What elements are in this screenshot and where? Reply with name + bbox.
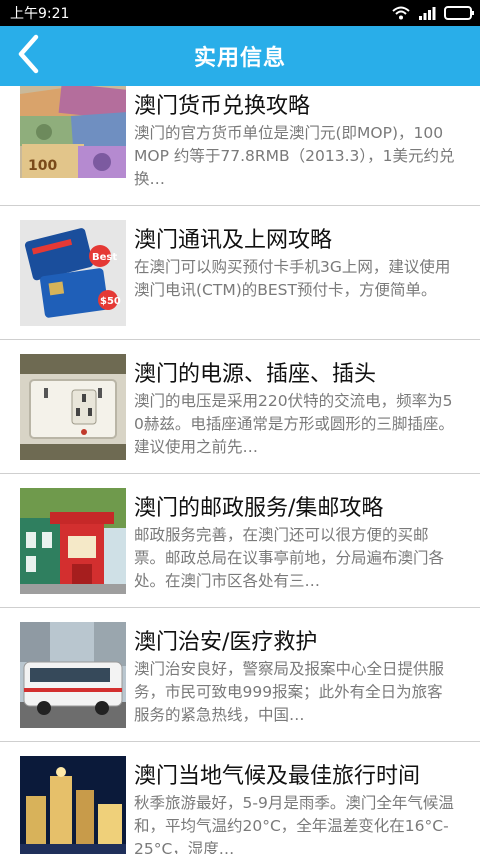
sim-card-thumbnail: Best $50 — [20, 220, 126, 326]
svg-text:100: 100 — [28, 158, 57, 174]
item-title: 澳门货币兑换攻略 — [134, 94, 311, 119]
list-item-climate[interactable]: 澳门当地气候及最佳旅行时间 秋季旅游最好，5-9月是雨季。澳门全年气候温和，平均… — [0, 742, 480, 854]
back-button[interactable] — [0, 26, 56, 86]
item-title: 澳门当地气候及最佳旅行时间 — [134, 764, 421, 789]
svg-text:Best: Best — [92, 252, 117, 263]
list-item-currency[interactable]: 100 澳门货币兑换攻略 澳门的官方货币单位是澳门元(即MOP)，100MOP … — [0, 86, 480, 206]
item-description: 秋季旅游最好，5-9月是雨季。澳门全年气候温和，平均气温约20°C，全年温差变化… — [134, 794, 454, 854]
item-description: 澳门治安良好，警察局及报案中心全日提供服务，市民可致电999报案；此外有全日为旅… — [134, 660, 445, 724]
item-title: 澳门通讯及上网攻略 — [134, 228, 333, 253]
socket-thumbnail — [20, 354, 126, 460]
item-title: 澳门治安/医疗救护 — [134, 630, 318, 655]
list-item-postal[interactable]: 澳门的邮政服务/集邮攻略 邮政服务完善，在澳门还可以很方便的买邮票。邮政总局在议… — [0, 474, 480, 608]
status-bar: 上午9:21 — [0, 0, 480, 26]
wifi-icon — [392, 6, 410, 20]
item-description: 澳门的官方货币单位是澳门元(即MOP)，100MOP 约等于77.8RMB（20… — [134, 124, 455, 188]
header-bar: 实用信息 — [0, 26, 480, 86]
item-title: 澳门的电源、插座、插头 — [134, 362, 377, 387]
info-list[interactable]: 100 澳门货币兑换攻略 澳门的官方货币单位是澳门元(即MOP)，100MOP … — [0, 86, 480, 854]
item-description: 在澳门可以购买预付卡手机3G上网，建议使用澳门电讯(CTM)的BEST预付卡，方… — [134, 258, 451, 299]
page-title: 实用信息 — [193, 46, 286, 71]
status-icons — [392, 6, 474, 20]
chevron-left-icon — [16, 34, 40, 78]
list-item-telecom[interactable]: Best $50 澳门通讯及上网攻略 在澳门可以购买预付卡手机3G上网，建议使用… — [0, 206, 480, 340]
currency-thumbnail: 100 — [20, 86, 126, 178]
signal-icon — [418, 6, 436, 20]
status-time: 上午9:21 — [10, 6, 70, 22]
item-description: 澳门的电压是采用220伏特的交流电，频率为50赫兹。电插座通常是方形或圆形的三脚… — [134, 392, 454, 456]
list-item-security[interactable]: 澳门治安/医疗救护 澳门治安良好，警察局及报案中心全日提供服务，市民可致电999… — [0, 608, 480, 742]
battery-icon — [444, 6, 474, 20]
svg-text:$50: $50 — [100, 296, 121, 307]
skyline-thumbnail — [20, 756, 126, 854]
item-title: 澳门的邮政服务/集邮攻略 — [134, 496, 384, 521]
item-description: 邮政服务完善，在澳门还可以很方便的买邮票。邮政总局在议事亭前地，分局遍布澳门各处… — [134, 526, 445, 590]
post-office-thumbnail — [20, 488, 126, 594]
ambulance-thumbnail — [20, 622, 126, 728]
list-item-power[interactable]: 澳门的电源、插座、插头 澳门的电压是采用220伏特的交流电，频率为50赫兹。电插… — [0, 340, 480, 474]
